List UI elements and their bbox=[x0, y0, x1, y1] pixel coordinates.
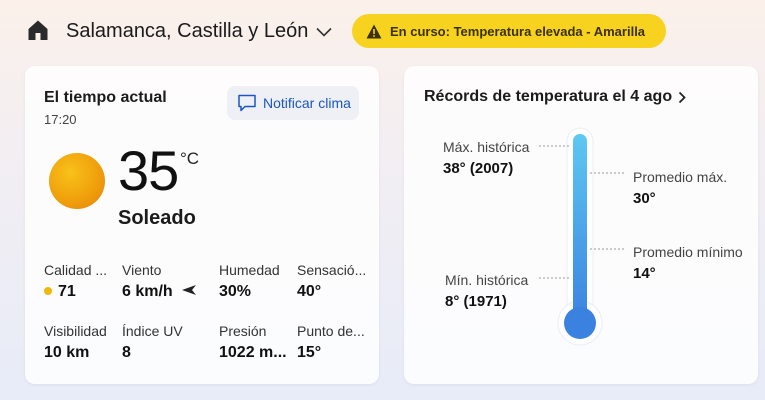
metric-pressure[interactable]: Presión 1022 m... bbox=[219, 323, 291, 362]
weather-condition: Soleado bbox=[118, 207, 196, 229]
metric-air-quality[interactable]: Calidad ... 71 bbox=[44, 262, 116, 301]
temperature-unit: °C bbox=[180, 149, 200, 168]
metric-label: Visibilidad bbox=[44, 323, 107, 339]
thermometer-fill bbox=[573, 134, 587, 324]
current-weather-title: El tiempo actual bbox=[44, 89, 167, 106]
thermometer-bulb bbox=[564, 307, 596, 339]
notify-weather-button[interactable]: Notificar clima bbox=[227, 86, 359, 120]
current-weather-card: El tiempo actual 17:20 Notificar clima 3… bbox=[25, 66, 379, 384]
home-icon[interactable] bbox=[27, 19, 49, 41]
warning-icon bbox=[366, 24, 382, 38]
avg-max-label: Promedio máx. bbox=[633, 169, 728, 185]
max-hist-label: Máx. histórica bbox=[443, 139, 530, 155]
metric-feels-like[interactable]: Sensació... 40° bbox=[297, 262, 369, 301]
metric-label: Punto de... bbox=[297, 323, 365, 339]
metric-value: 6 km/h bbox=[122, 283, 173, 300]
metric-uv-index[interactable]: Índice UV 8 bbox=[122, 323, 194, 362]
aqi-dot-icon bbox=[44, 287, 52, 295]
chat-icon bbox=[238, 94, 256, 112]
thermometer-graphic bbox=[539, 127, 624, 346]
avg-min-value: 14° bbox=[633, 265, 656, 282]
current-temperature: 35 bbox=[118, 139, 179, 202]
metric-value: 10 km bbox=[44, 344, 90, 361]
metric-value: 1022 m... bbox=[219, 344, 287, 361]
wind-direction-icon bbox=[182, 285, 197, 295]
metric-value: 71 bbox=[58, 283, 76, 300]
min-hist-value: 8° (1971) bbox=[445, 293, 507, 310]
chevron-down-icon bbox=[316, 27, 332, 37]
metric-value: 30% bbox=[219, 283, 252, 300]
max-hist-value: 38° (2007) bbox=[443, 160, 514, 177]
avg-max-value: 30° bbox=[633, 190, 656, 207]
alert-text: En curso: Temperatura elevada - Amarilla bbox=[390, 23, 646, 39]
metric-dew-point[interactable]: Punto de... 15° bbox=[297, 323, 369, 362]
metric-value: 8 bbox=[122, 344, 131, 361]
metric-label: Índice UV bbox=[122, 323, 183, 339]
metric-label: Viento bbox=[122, 262, 162, 278]
metric-label: Presión bbox=[219, 323, 267, 339]
metric-humidity[interactable]: Humedad 30% bbox=[219, 262, 291, 301]
location-name: Salamanca, Castilla y León bbox=[66, 20, 309, 42]
metric-visibility[interactable]: Visibilidad 10 km bbox=[44, 323, 116, 362]
metric-value: 15° bbox=[297, 344, 322, 361]
metric-label: Sensació... bbox=[297, 262, 367, 278]
location-selector[interactable]: Salamanca, Castilla y León bbox=[66, 20, 332, 43]
current-time: 17:20 bbox=[44, 112, 77, 127]
notify-weather-label: Notificar clima bbox=[263, 95, 351, 111]
min-hist-label: Mín. histórica bbox=[445, 272, 529, 288]
metric-label: Humedad bbox=[219, 262, 280, 278]
header: Salamanca, Castilla y León En curso: Tem… bbox=[0, 0, 765, 62]
avg-min-label: Promedio mínimo bbox=[633, 244, 743, 260]
temperature-records-card: Récords de temperatura el 4 ago Máx. his… bbox=[404, 66, 758, 384]
sun-icon bbox=[49, 153, 105, 209]
metric-value: 40° bbox=[297, 283, 322, 300]
metric-wind[interactable]: Viento 6 km/h bbox=[122, 262, 204, 301]
metric-label: Calidad ... bbox=[44, 262, 108, 278]
weather-alert-badge[interactable]: En curso: Temperatura elevada - Amarilla bbox=[352, 14, 666, 48]
